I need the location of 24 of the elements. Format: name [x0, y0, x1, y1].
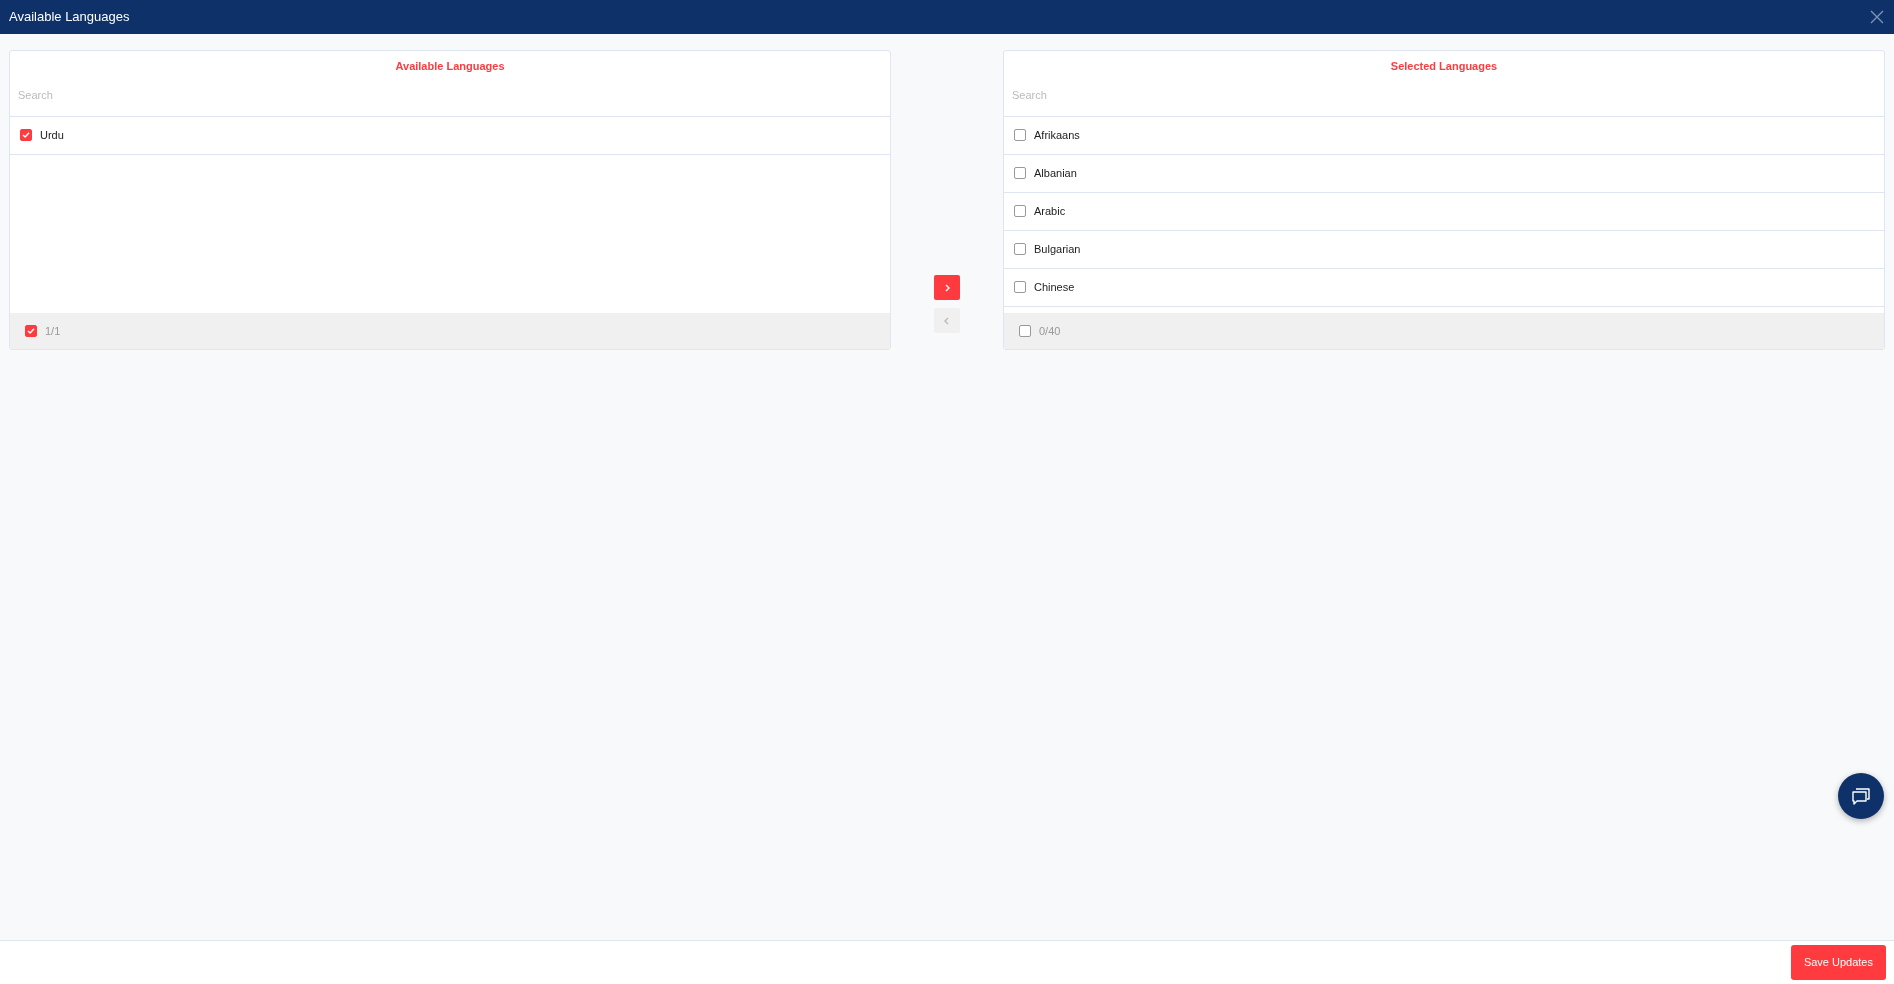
item-count: 1/1 [45, 323, 61, 339]
checkbox[interactable] [1014, 205, 1026, 217]
chat-bubbles-icon [1850, 785, 1872, 807]
panel-title: Available Languages [395, 59, 505, 74]
checkbox[interactable] [1019, 325, 1031, 337]
move-right-button[interactable] [934, 275, 960, 300]
language-label: Urdu [40, 127, 64, 143]
checkbox[interactable] [1014, 129, 1026, 141]
item-count: 0/40 [1039, 323, 1061, 339]
chat-button[interactable] [1838, 773, 1884, 819]
checkbox[interactable] [25, 325, 37, 337]
language-label: Arabic [1034, 203, 1066, 219]
language-label: Afrikaans [1034, 127, 1080, 143]
language-label: Chinese [1034, 279, 1075, 295]
window-title: Available Languages [9, 8, 130, 27]
language-label: Bulgarian [1034, 241, 1081, 257]
save-updates-button[interactable]: Save Updates [1790, 945, 1886, 980]
checkbox[interactable] [1014, 243, 1026, 255]
checkbox[interactable] [1014, 281, 1026, 293]
close-icon[interactable] [1869, 9, 1885, 25]
checkbox[interactable] [20, 129, 32, 141]
checkbox[interactable] [1014, 167, 1026, 179]
panel-title: Selected Languages [1390, 59, 1498, 74]
language-label: Albanian [1034, 165, 1077, 181]
